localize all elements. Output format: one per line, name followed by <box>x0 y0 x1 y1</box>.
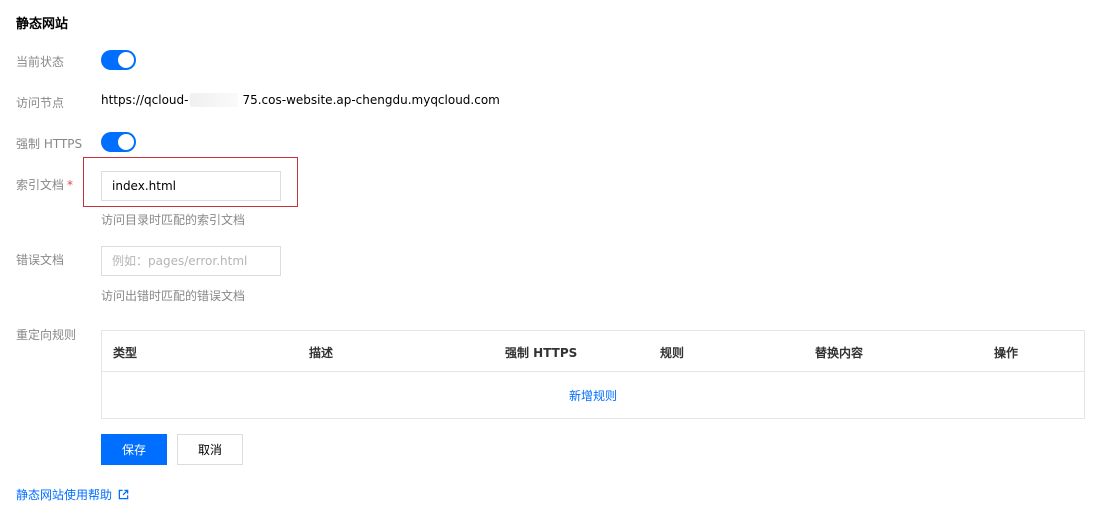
column-header-replacement: 替换内容 <box>815 346 864 360</box>
index-doc-input[interactable] <box>101 171 281 201</box>
help-link[interactable]: 静态网站使用帮助 <box>16 486 129 503</box>
help-link-label: 静态网站使用帮助 <box>16 488 113 502</box>
endpoint-url: https://qcloud- 75.cos-website.ap-chengd… <box>101 93 500 107</box>
column-header-actions: 操作 <box>994 346 1019 360</box>
error-doc-input[interactable] <box>101 246 281 276</box>
save-button[interactable]: 保存 <box>101 434 167 465</box>
column-header-description: 描述 <box>309 346 334 360</box>
column-header-rule: 规则 <box>660 346 685 360</box>
cancel-button[interactable]: 取消 <box>177 434 243 465</box>
error-doc-label: 错误文档 <box>16 253 65 267</box>
status-label: 当前状态 <box>16 55 65 69</box>
masked-region <box>190 93 239 107</box>
status-toggle[interactable] <box>101 50 136 70</box>
table-header: 类型 描述 强制 HTTPS 规则 替换内容 操作 <box>102 331 1084 372</box>
endpoint-url-prefix: https://qcloud- <box>101 93 189 107</box>
column-header-force-https: 强制 HTTPS <box>505 346 578 360</box>
endpoint-url-suffix: 75.cos-website.ap-chengdu.myqcloud.com <box>242 93 500 107</box>
redirect-rules-label: 重定向规则 <box>16 328 77 342</box>
force-https-label: 强制 HTTPS <box>16 137 83 151</box>
endpoint-label: 访问节点 <box>16 96 65 110</box>
external-link-icon <box>118 489 129 500</box>
error-doc-hint: 访问出错时匹配的错误文档 <box>101 289 246 303</box>
toggle-knob <box>118 134 134 150</box>
required-mark: * <box>67 178 74 192</box>
add-rule-link[interactable]: 新增规则 <box>102 372 1084 418</box>
index-doc-label: 索引文档 * <box>16 176 73 193</box>
redirect-rules-table: 类型 描述 强制 HTTPS 规则 替换内容 操作 新增规则 <box>101 330 1085 419</box>
toggle-knob <box>118 52 134 68</box>
force-https-toggle[interactable] <box>101 132 136 152</box>
column-header-type: 类型 <box>113 346 138 360</box>
index-doc-hint: 访问目录时匹配的索引文档 <box>101 213 246 227</box>
index-doc-label-text: 索引文档 <box>16 178 65 192</box>
page-title: 静态网站 <box>16 17 69 32</box>
